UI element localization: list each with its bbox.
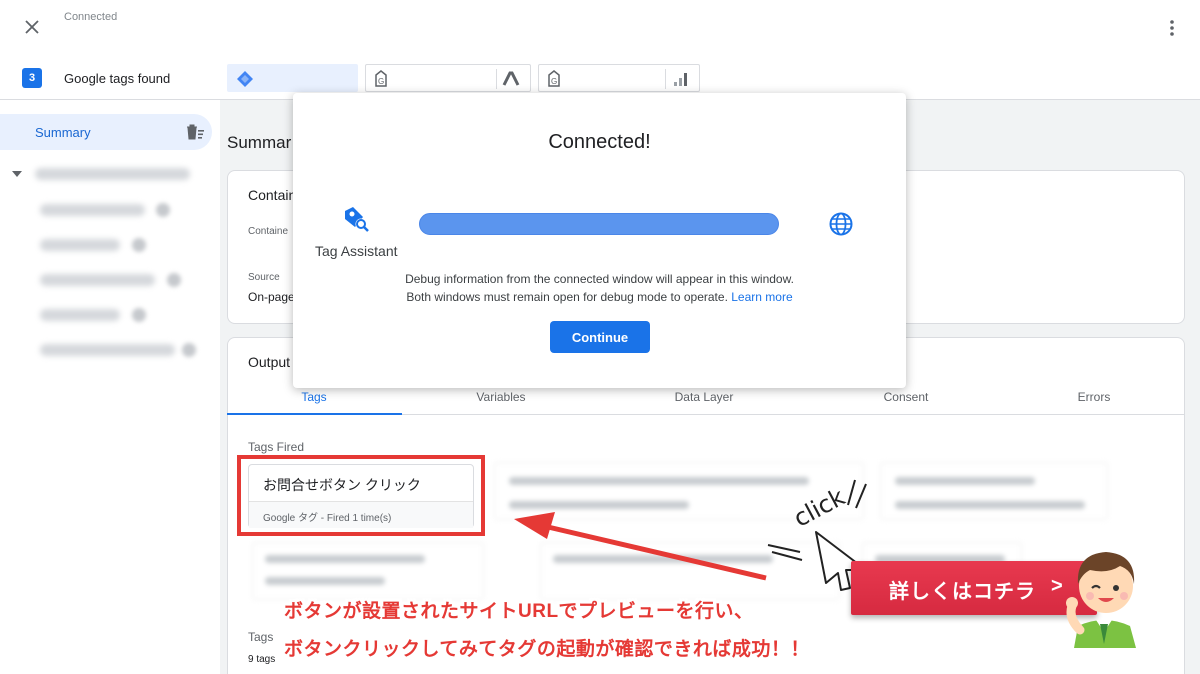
continue-button[interactable]: Continue	[550, 321, 650, 353]
expand-arrow-icon[interactable]	[12, 170, 22, 178]
event-count-badge	[156, 203, 170, 217]
sidebar-item-summary[interactable]: Summary	[0, 114, 212, 150]
tab-consent[interactable]: Consent	[846, 390, 966, 404]
analytics-icon	[665, 69, 693, 89]
dialog-description-line1: Debug information from the connected win…	[405, 272, 794, 286]
active-tab-indicator	[227, 413, 402, 415]
event-count-badge	[167, 273, 181, 287]
annotation-line-1: ボタンが設置されたサイトURLでプレビューを行い、	[284, 601, 754, 622]
gtm-diamond-icon	[237, 71, 253, 87]
tags-not-fired-heading: Tags	[248, 630, 274, 644]
sidebar-item-label: Summary	[35, 125, 91, 140]
blurred-tag-card[interactable]	[252, 542, 484, 600]
dialog-description-line2: Both windows must remain open for debug …	[293, 290, 906, 304]
sidebar-event-item[interactable]	[35, 168, 190, 180]
tab-tags[interactable]: Tags	[254, 390, 374, 404]
container-tab-google-tag-1[interactable]: G	[365, 64, 531, 92]
more-options-icon[interactable]	[1164, 18, 1180, 38]
tab-data-layer[interactable]: Data Layer	[644, 390, 764, 404]
tags-found-label: Google tags found	[64, 71, 171, 86]
dialog-description-text: Both windows must remain open for debug …	[406, 290, 728, 304]
sidebar-event-item[interactable]	[40, 344, 175, 356]
connection-status: Connected	[64, 11, 118, 23]
page-title: Summar	[227, 133, 292, 152]
close-icon[interactable]	[22, 17, 42, 37]
learn-more-link[interactable]: Learn more	[731, 290, 792, 304]
blurred-tag-card[interactable]	[880, 462, 1108, 520]
google-tag-icon: G	[548, 70, 560, 87]
cta-label: 詳しくはコチラ	[889, 581, 1036, 603]
sidebar-event-item[interactable]	[40, 309, 120, 321]
connected-dialog: Connected! Tag Assistant Debug informati…	[293, 93, 906, 388]
globe-icon	[829, 212, 853, 236]
tab-errors[interactable]: Errors	[1034, 390, 1154, 404]
svg-text:G: G	[551, 77, 557, 86]
event-count-badge	[132, 238, 146, 252]
google-ads-icon	[496, 69, 524, 89]
container-card-title: Contain	[248, 187, 297, 203]
tags-fired-heading: Tags Fired	[248, 440, 305, 454]
top-bar: Connected	[0, 0, 1200, 56]
svg-text:G: G	[378, 77, 384, 86]
dialog-title: Connected!	[548, 131, 651, 153]
google-tag-icon: G	[375, 70, 387, 87]
sidebar-event-item[interactable]	[40, 274, 155, 286]
blurred-tag-card[interactable]	[540, 542, 840, 600]
output-card-title: Output	[248, 354, 291, 370]
event-count-badge	[132, 308, 146, 322]
tag-assistant-icon	[345, 207, 369, 232]
sidebar-event-item[interactable]	[40, 239, 120, 251]
mascot-illustration	[1066, 552, 1136, 648]
tab-variables[interactable]: Variables	[441, 390, 561, 404]
container-tab-gtm[interactable]	[227, 64, 358, 92]
clear-messages-icon[interactable]	[185, 124, 205, 140]
sidebar-event-item[interactable]	[40, 204, 145, 216]
tag-assistant-label: Tag Assistant	[315, 243, 398, 259]
sidebar: Summary	[0, 100, 220, 674]
container-id-label: Containe	[248, 226, 289, 237]
annotation-line-2: ボタンクリックしてみてタグの起動が確認できれば成功！！	[284, 639, 810, 660]
event-count-badge	[182, 343, 196, 357]
connection-progress-bar	[419, 213, 779, 235]
container-tab-google-tag-2[interactable]: G	[538, 64, 700, 92]
tags-count: 9 tags	[248, 654, 276, 665]
source-value: On-page	[248, 290, 295, 304]
source-label: Source	[248, 272, 280, 283]
tag-count-badge: 3	[22, 68, 42, 88]
highlight-box	[237, 455, 485, 536]
